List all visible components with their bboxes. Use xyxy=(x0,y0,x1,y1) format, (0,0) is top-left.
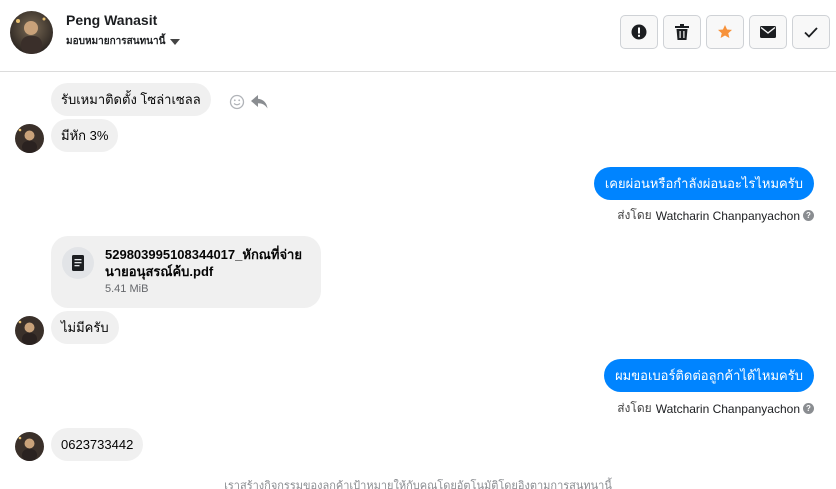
sent-by-line: ส่งโดย Watcharin Chanpanyachon ? xyxy=(617,206,814,225)
star-button[interactable] xyxy=(706,15,744,49)
star-icon xyxy=(718,25,732,38)
assign-label: มอบหมายการสนทนานี้ xyxy=(66,36,166,47)
incoming-message[interactable]: รับเหมาติดตั้ง โซล่าเซลล xyxy=(51,83,211,116)
exclamation-icon xyxy=(631,24,647,40)
sender-avatar[interactable] xyxy=(15,432,44,461)
reply-icon[interactable] xyxy=(251,95,268,109)
chevron-down-icon xyxy=(170,38,181,45)
smiley-icon[interactable] xyxy=(229,94,245,110)
sent-by-label: ส่งโดย xyxy=(617,208,652,222)
trash-icon xyxy=(675,24,689,40)
sent-by-label: ส่งโดย xyxy=(617,401,652,415)
done-button[interactable] xyxy=(792,15,830,49)
conversation-actions xyxy=(620,15,830,49)
file-size: 5.41 MiB xyxy=(105,283,149,295)
file-icon-wrap xyxy=(62,247,94,279)
file-name: 529803995108344017_หักณที่จ่าย นายอนุสรณ… xyxy=(105,247,302,279)
help-icon[interactable]: ? xyxy=(803,403,814,414)
assign-conversation-dropdown[interactable]: มอบหมายการสนทนานี้ xyxy=(66,34,181,49)
incoming-message[interactable]: 0623733442 xyxy=(51,428,144,461)
system-note: เราสร้างกิจกรรมของลูกค้าเป้าหมายให้กับคุ… xyxy=(224,480,612,489)
incoming-message[interactable]: ไม่มีครับ xyxy=(51,311,119,344)
incoming-message[interactable]: มีหัก 3% xyxy=(51,119,119,152)
outgoing-message[interactable]: ผมขอเบอร์ติดต่อลูกค้าได้ไหมครับ xyxy=(604,359,814,392)
mark-spam-button[interactable] xyxy=(620,15,658,49)
mark-unread-button[interactable] xyxy=(749,15,787,49)
sender-avatar[interactable] xyxy=(15,316,44,345)
agent-name: Watcharin Chanpanyachon xyxy=(655,208,800,223)
check-icon xyxy=(804,26,818,38)
sent-by-line: ส่งโดย Watcharin Chanpanyachon ? xyxy=(617,399,814,418)
sender-avatar[interactable] xyxy=(15,124,44,153)
outgoing-message[interactable]: เคยผ่อนหรือกำลังผ่อนอะไรไหมครับ xyxy=(593,167,814,200)
document-icon xyxy=(72,255,84,271)
file-attachment[interactable]: 529803995108344017_หักณที่จ่าย นายอนุสรณ… xyxy=(51,236,321,308)
message-hover-tools xyxy=(229,94,268,110)
contact-name[interactable]: Peng Wanasit xyxy=(66,12,157,28)
envelope-icon xyxy=(760,26,776,38)
agent-name: Watcharin Chanpanyachon xyxy=(655,401,800,416)
help-icon[interactable]: ? xyxy=(803,210,814,221)
delete-button[interactable] xyxy=(663,15,701,49)
contact-avatar[interactable] xyxy=(10,11,53,54)
conversation-header: Peng Wanasit มอบหมายการสนทนานี้ xyxy=(0,0,836,72)
